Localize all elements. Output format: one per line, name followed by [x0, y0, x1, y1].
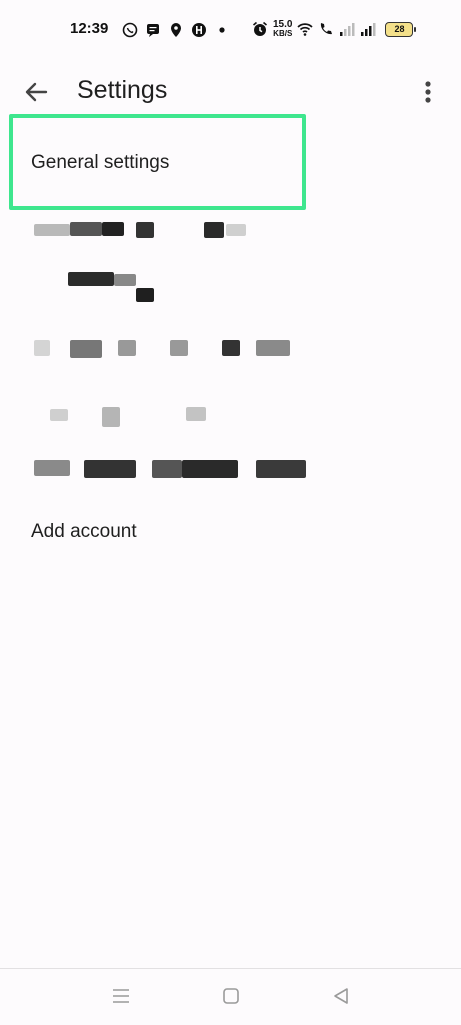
- page-title: Settings: [77, 76, 168, 104]
- redacted-account-row-3[interactable]: [30, 338, 320, 364]
- alarm-icon: [252, 21, 268, 36]
- wifi-icon: [297, 23, 314, 36]
- signal-icon: [361, 23, 376, 36]
- redacted-account-row-4[interactable]: [30, 405, 320, 431]
- battery-indicator: 28: [385, 21, 417, 37]
- app-notification-icon: [192, 23, 206, 37]
- message-icon: [147, 24, 159, 37]
- add-account-item[interactable]: Add account: [31, 521, 137, 543]
- network-speed: 15.0 KB/S: [273, 20, 292, 38]
- status-time: 12:39: [70, 20, 109, 37]
- menu-icon[interactable]: [110, 985, 132, 1007]
- redacted-account-row-5[interactable]: [30, 458, 320, 484]
- nav-back-triangle-icon[interactable]: [330, 985, 352, 1007]
- whatsapp-icon: [122, 22, 138, 38]
- notification-icons: [122, 22, 230, 38]
- back-arrow-icon[interactable]: [20, 76, 52, 108]
- volte-call-icon: [321, 23, 333, 35]
- system-navigation-bar: [0, 968, 461, 1025]
- redacted-account-row-1[interactable]: [30, 220, 320, 246]
- home-square-icon[interactable]: [220, 985, 242, 1007]
- more-notifications-dot-icon: [219, 27, 225, 33]
- more-options-icon[interactable]: [414, 78, 442, 106]
- general-settings-item[interactable]: General settings: [31, 152, 169, 174]
- system-icons: 15.0 KB/S 28: [252, 20, 417, 38]
- location-icon: [171, 23, 181, 37]
- status-bar: 12:39 15.0 KB/S 28: [0, 0, 461, 60]
- signal-weak-icon: [340, 23, 355, 36]
- redacted-account-row-2[interactable]: [30, 270, 320, 302]
- network-speed-unit: KB/S: [273, 29, 293, 38]
